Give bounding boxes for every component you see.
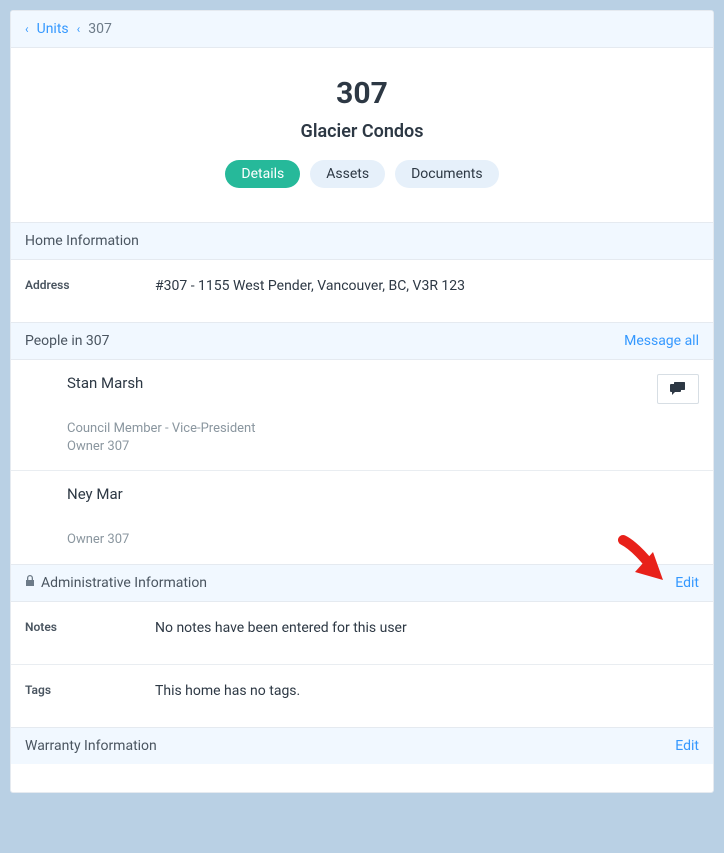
person-name[interactable]: Stan Marsh — [67, 374, 657, 392]
tags-row: Tags This home has no tags. — [11, 665, 713, 727]
tags-label: Tags — [25, 683, 155, 699]
person-main: Stan Marsh Council Member - Vice-Preside… — [67, 374, 657, 456]
lock-icon — [25, 575, 35, 590]
chevron-left-icon: ‹ — [77, 22, 81, 36]
admin-info-title: Administrative Information — [41, 575, 207, 591]
avatar-placeholder — [25, 374, 61, 410]
breadcrumb: ‹ Units ‹ 307 — [11, 11, 713, 48]
unit-detail-card: ‹ Units ‹ 307 307 Glacier Condos Details… — [10, 10, 714, 793]
tab-details[interactable]: Details — [225, 160, 300, 188]
warranty-edit-link[interactable]: Edit — [675, 738, 699, 754]
person-row: Stan Marsh Council Member - Vice-Preside… — [11, 360, 713, 471]
person-role-line: Owner 307 — [67, 531, 699, 549]
person-roles: Council Member - Vice-President Owner 30… — [67, 420, 657, 456]
person-role-line: Owner 307 — [67, 438, 657, 456]
warranty-body-spacer — [11, 764, 713, 792]
tags-value: This home has no tags. — [155, 683, 699, 699]
admin-info-header: Administrative Information Edit — [11, 564, 713, 602]
person-roles: Owner 307 — [67, 531, 699, 549]
message-all-link[interactable]: Message all — [624, 333, 699, 349]
people-title: People in 307 — [25, 333, 110, 349]
notes-row: Notes No notes have been entered for thi… — [11, 602, 713, 665]
address-row: Address #307 - 1155 West Pender, Vancouv… — [11, 260, 713, 322]
people-header: People in 307 Message all — [11, 322, 713, 360]
person-name[interactable]: Ney Mar — [67, 485, 699, 503]
warranty-header: Warranty Information Edit — [11, 727, 713, 764]
chevron-left-icon[interactable]: ‹ — [25, 22, 29, 36]
warranty-title: Warranty Information — [25, 738, 157, 754]
address-label: Address — [25, 278, 155, 294]
message-person-button[interactable] — [657, 374, 699, 404]
admin-edit-link[interactable]: Edit — [675, 575, 699, 591]
address-value: #307 - 1155 West Pender, Vancouver, BC, … — [155, 278, 699, 294]
home-info-title: Home Information — [25, 233, 139, 249]
person-row: Ney Mar Owner 307 — [11, 471, 713, 563]
person-role-line: Council Member - Vice-President — [67, 420, 657, 438]
notes-label: Notes — [25, 620, 155, 636]
tab-bar: Details Assets Documents — [31, 160, 693, 188]
unit-header: 307 Glacier Condos Details Assets Docume… — [11, 48, 713, 222]
building-name: Glacier Condos — [31, 121, 693, 142]
tab-documents[interactable]: Documents — [395, 160, 498, 188]
avatar-placeholder — [25, 485, 61, 521]
unit-number-title: 307 — [31, 76, 693, 111]
person-main: Ney Mar Owner 307 — [67, 485, 699, 549]
breadcrumb-units-link[interactable]: Units — [37, 21, 69, 37]
notes-value: No notes have been entered for this user — [155, 620, 699, 636]
tab-assets[interactable]: Assets — [310, 160, 385, 188]
breadcrumb-current: 307 — [88, 21, 112, 37]
home-info-header: Home Information — [11, 222, 713, 260]
chat-icon — [670, 382, 686, 396]
